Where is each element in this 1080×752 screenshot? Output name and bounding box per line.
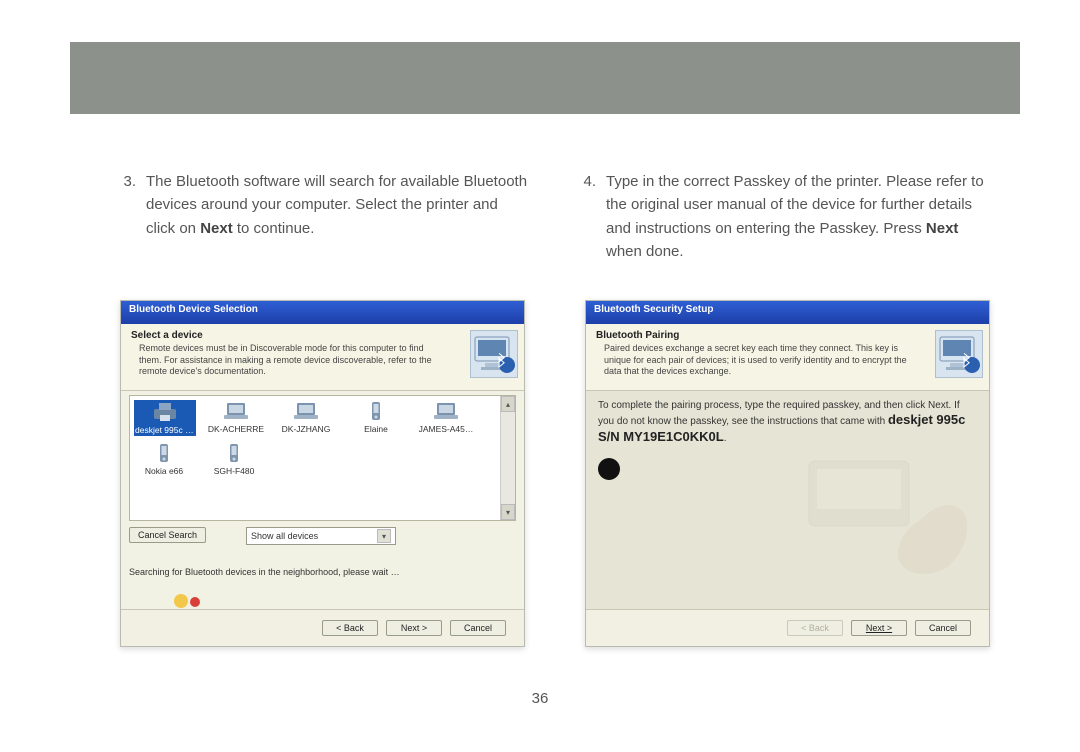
scroll-track[interactable] xyxy=(501,412,515,504)
cancel-search-button[interactable]: Cancel Search xyxy=(129,527,206,543)
dialog2-titlebar: Bluetooth Security Setup xyxy=(586,301,989,324)
cancel-button[interactable]: Cancel xyxy=(450,620,506,636)
next-button[interactable]: Next > xyxy=(851,620,907,636)
scroll-down-icon[interactable]: ▾ xyxy=(501,504,515,520)
bluetooth-security-setup-dialog: Bluetooth Security Setup Bluetooth Pairi… xyxy=(585,300,990,647)
step-4-text: Type in the correct Passkey of the print… xyxy=(606,170,990,263)
step-3-bold: Next xyxy=(200,220,233,237)
step-3: 3. The Bluetooth software will search fo… xyxy=(110,170,530,263)
device-list-scrollbar[interactable]: ▴ ▾ xyxy=(500,396,515,520)
page-number: 36 xyxy=(0,690,1080,707)
dialog2-header: Bluetooth Pairing Paired devices exchang… xyxy=(586,324,989,391)
dialog1-footer: < Back Next > Cancel xyxy=(121,609,524,646)
dialog2-footer: < Back Next > Cancel xyxy=(586,609,989,646)
chevron-down-icon: ▾ xyxy=(377,529,391,543)
dialog1-body: deskjet 995c S/N MY19E1C0KK0L DK-ACHERRE D… xyxy=(121,391,524,613)
pairing-instructions: To complete the pairing process, type th… xyxy=(598,399,977,446)
step-3-number: 3. xyxy=(110,170,146,263)
device-item[interactable]: Nokia e66 xyxy=(134,442,194,476)
bluetooth-device-selection-dialog: Bluetooth Device Selection Select a devi… xyxy=(120,300,525,647)
device-item[interactable]: SGH-F480 xyxy=(204,442,264,476)
device-filter-value: Show all devices xyxy=(251,531,371,541)
cancel-button[interactable]: Cancel xyxy=(915,620,971,636)
step-4-number: 4. xyxy=(570,170,606,263)
device-item[interactable]: DK-ACHERRE xyxy=(206,400,266,436)
dialog1-header: Select a device Remote devices must be i… xyxy=(121,324,524,391)
search-status-text: Searching for Bluetooth devices in the n… xyxy=(129,567,516,577)
step-4: 4. Type in the correct Passkey of the pr… xyxy=(570,170,990,263)
step-3-text: The Bluetooth software will search for a… xyxy=(146,170,530,263)
dialog2-header-title: Bluetooth Pairing xyxy=(596,330,981,341)
screenshots-row: Bluetooth Device Selection Select a devi… xyxy=(120,300,990,647)
scroll-up-icon[interactable]: ▴ xyxy=(501,396,515,412)
passkey-cursor-icon xyxy=(598,458,620,480)
device-filter-select[interactable]: Show all devices ▾ xyxy=(246,527,396,545)
next-button[interactable]: Next > xyxy=(386,620,442,636)
device-list-box: deskjet 995c S/N MY19E1C0KK0L DK-ACHERRE D… xyxy=(129,395,516,521)
instruction-columns: 3. The Bluetooth software will search fo… xyxy=(110,170,990,263)
device-row-2: Nokia e66 SGH-F480 xyxy=(134,442,496,476)
dialog2-header-text: Paired devices exchange a secret key eac… xyxy=(604,343,911,378)
searching-icon xyxy=(171,591,205,611)
back-button[interactable]: < Back xyxy=(322,620,378,636)
device-row-1: deskjet 995c S/N MY19E1C0KK0L DK-ACHERRE D… xyxy=(134,400,496,436)
device-item[interactable]: deskjet 995c S/N MY19E1C0KK0L xyxy=(134,400,196,436)
step-4-text-b: when done. xyxy=(606,243,684,260)
dialog1-titlebar: Bluetooth Device Selection xyxy=(121,301,524,324)
dialog2-body: To complete the pairing process, type th… xyxy=(586,391,989,637)
device-item[interactable]: DK-JZHANG xyxy=(276,400,336,436)
step-4-bold: Next xyxy=(926,220,959,237)
bluetooth-monitor-icon xyxy=(470,330,518,378)
device-item[interactable]: JAMES-A45… xyxy=(416,400,476,436)
bluetooth-monitor-icon xyxy=(935,330,983,378)
passkey-input-area[interactable] xyxy=(598,458,977,480)
back-button: < Back xyxy=(787,620,843,636)
dialog1-header-text: Remote devices must be in Discoverable m… xyxy=(139,343,446,378)
step-3-text-b: to continue. xyxy=(233,220,315,237)
device-list[interactable]: deskjet 995c S/N MY19E1C0KK0L DK-ACHERRE D… xyxy=(130,396,500,520)
dialog1-header-title: Select a device xyxy=(131,330,516,341)
header-band xyxy=(70,42,1020,114)
device-item[interactable]: Elaine xyxy=(346,400,406,436)
